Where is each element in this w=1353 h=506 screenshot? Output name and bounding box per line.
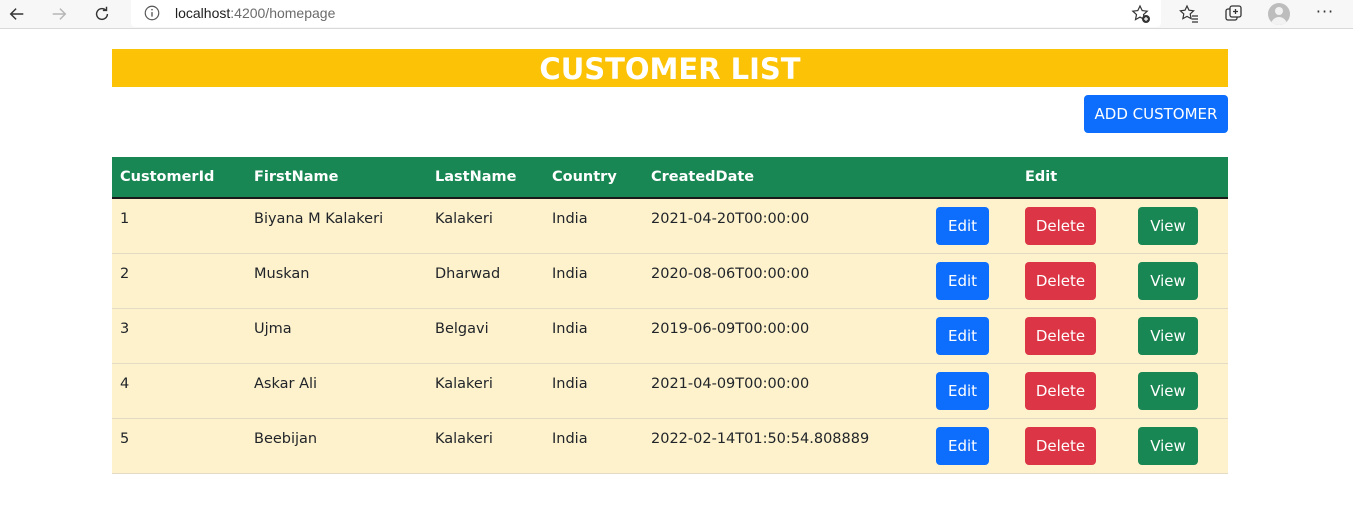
address-bar[interactable]: localhost:4200/homepage (131, 0, 1161, 27)
info-icon[interactable] (143, 4, 161, 22)
cell-created-date: 2019-06-09T00:00:00 (651, 321, 810, 337)
cell-first-name: Muskan (254, 266, 310, 282)
cell-first-name: Askar Ali (254, 376, 318, 392)
cell-customer-id: 5 (120, 431, 130, 447)
cell-customer-id: 2 (120, 266, 130, 282)
cell-created-date: 2021-04-09T00:00:00 (651, 376, 810, 392)
table-row: 3 Ujma Belgavi India 2019-06-09T00:00:00… (112, 309, 1228, 364)
header-last-name: LastName (435, 169, 517, 185)
view-button[interactable]: View (1138, 262, 1198, 300)
cell-country: India (552, 266, 588, 282)
delete-button[interactable]: Delete (1025, 207, 1096, 245)
more-icon[interactable]: ··· (1314, 2, 1336, 24)
cell-created-date: 2020-08-06T00:00:00 (651, 266, 810, 282)
header-actions: Edit (1025, 169, 1058, 185)
edit-button[interactable]: Edit (936, 372, 989, 410)
edit-button[interactable]: Edit (936, 262, 989, 300)
view-button[interactable]: View (1138, 427, 1198, 465)
table-row: 5 Beebijan Kalakeri India 2022-02-14T01:… (112, 419, 1228, 474)
table-row: 4 Askar Ali Kalakeri India 2021-04-09T00… (112, 364, 1228, 419)
url-path: :4200/homepage (230, 5, 336, 21)
edit-button[interactable]: Edit (936, 427, 989, 465)
edit-button[interactable]: Edit (936, 317, 989, 355)
table-row: 2 Muskan Dharwad India 2020-08-06T00:00:… (112, 254, 1228, 309)
browser-toolbar: localhost:4200/homepage ··· (0, 0, 1353, 29)
view-button[interactable]: View (1138, 317, 1198, 355)
delete-button[interactable]: Delete (1025, 427, 1096, 465)
cell-last-name: Belgavi (435, 321, 489, 337)
page-title: CUSTOMER LIST (112, 49, 1228, 87)
view-button[interactable]: View (1138, 207, 1198, 245)
add-customer-button[interactable]: ADD CUSTOMER (1084, 95, 1228, 133)
forward-arrow-icon[interactable] (48, 3, 70, 25)
cell-last-name: Dharwad (435, 266, 501, 282)
back-arrow-icon[interactable] (6, 3, 28, 25)
delete-button[interactable]: Delete (1025, 262, 1096, 300)
header-first-name: FirstName (254, 169, 339, 185)
profile-avatar[interactable] (1268, 3, 1290, 25)
cell-first-name: Ujma (254, 321, 292, 337)
cell-country: India (552, 211, 588, 227)
cell-first-name: Beebijan (254, 431, 318, 447)
reload-icon[interactable] (91, 3, 113, 25)
cell-customer-id: 4 (120, 376, 130, 392)
cell-customer-id: 1 (120, 211, 130, 227)
cell-last-name: Kalakeri (435, 431, 493, 447)
customer-table: CustomerId FirstName LastName Country Cr… (112, 157, 1228, 474)
cell-customer-id: 3 (120, 321, 130, 337)
cell-country: India (552, 376, 588, 392)
url-text[interactable]: localhost:4200/homepage (175, 5, 335, 21)
table-row: 1 Biyana M Kalakeri Kalakeri India 2021-… (112, 199, 1228, 254)
cell-last-name: Kalakeri (435, 376, 493, 392)
table-header: CustomerId FirstName LastName Country Cr… (112, 157, 1228, 199)
cell-last-name: Kalakeri (435, 211, 493, 227)
cell-country: India (552, 321, 588, 337)
cell-first-name: Biyana M Kalakeri (254, 211, 384, 227)
delete-button[interactable]: Delete (1025, 317, 1096, 355)
collections-icon[interactable] (1224, 4, 1244, 24)
cell-created-date: 2021-04-20T00:00:00 (651, 211, 810, 227)
header-created-date: CreatedDate (651, 169, 755, 185)
url-host: localhost (175, 5, 231, 21)
avatar-shoulders (1271, 17, 1287, 25)
header-customer-id: CustomerId (120, 169, 215, 185)
edit-button[interactable]: Edit (936, 207, 989, 245)
cell-country: India (552, 431, 588, 447)
header-country: Country (552, 169, 617, 185)
cell-created-date: 2022-02-14T01:50:54.808889 (651, 431, 870, 447)
add-favorite-icon[interactable] (1131, 4, 1151, 24)
avatar-head (1275, 7, 1283, 15)
delete-button[interactable]: Delete (1025, 372, 1096, 410)
favorites-icon[interactable] (1179, 4, 1199, 24)
view-button[interactable]: View (1138, 372, 1198, 410)
